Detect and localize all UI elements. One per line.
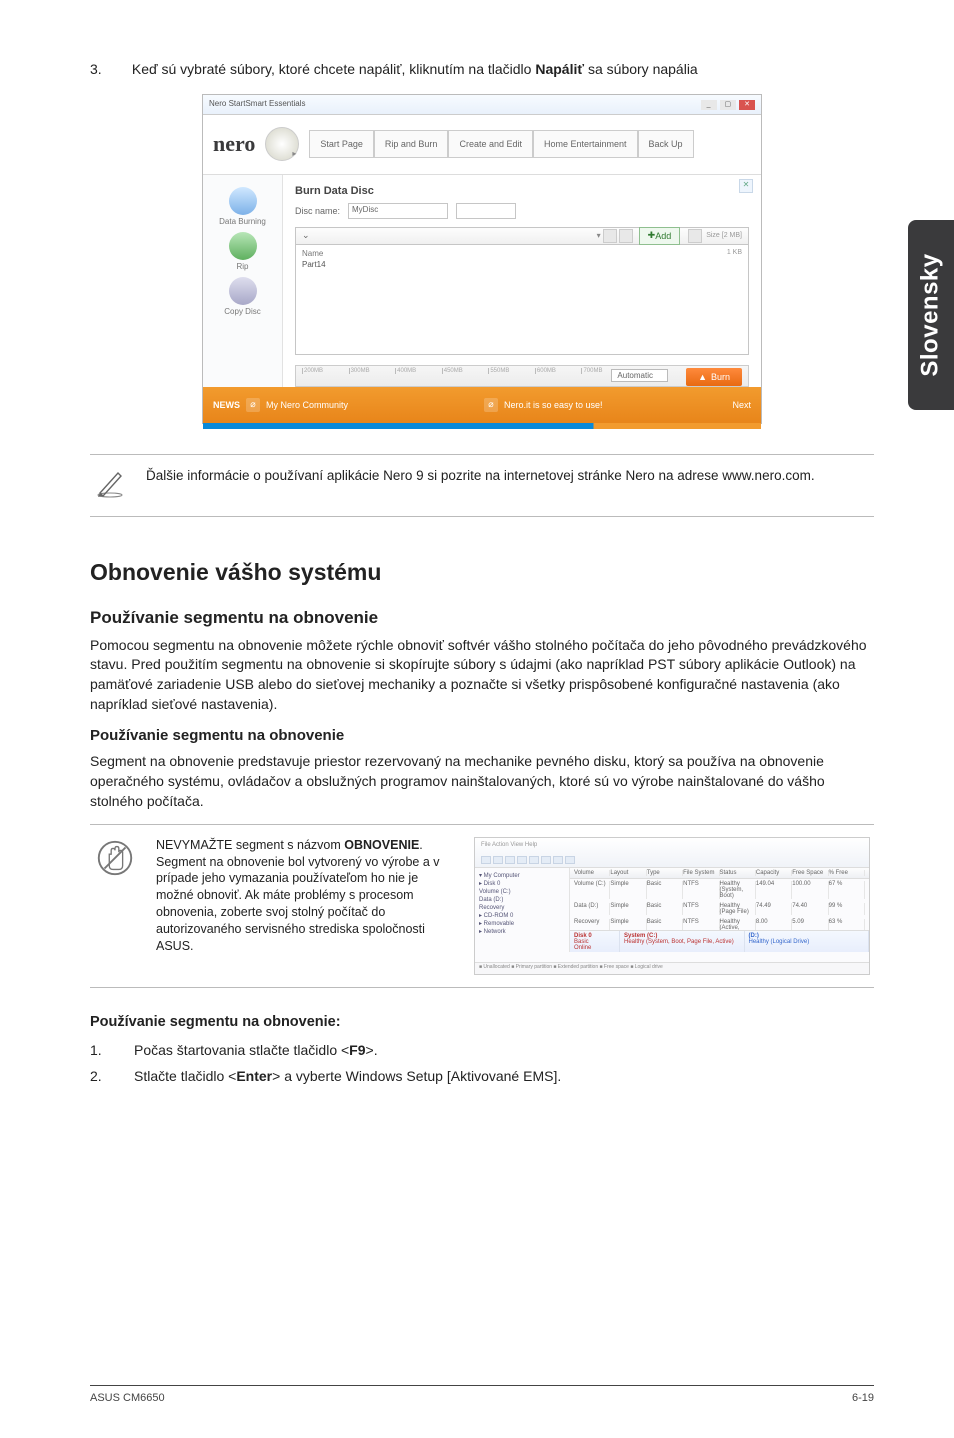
side-language-tab: Slovensky <box>908 220 954 410</box>
copy-disc-label: Copy Disc <box>203 307 282 316</box>
procedure-heading: Používanie segmentu na obnovenie: <box>90 1014 874 1030</box>
close-icon[interactable]: ✕ <box>739 100 755 110</box>
capacity-dropdown[interactable]: Automatic <box>611 369 668 382</box>
remove-icon[interactable] <box>688 229 702 243</box>
disc-name-label: Disc name: <box>295 206 340 216</box>
toolbar-icon[interactable] <box>481 856 491 864</box>
procedure-step-1: 1. Počas štartovania stlačte tlačidlo <F… <box>90 1040 874 1060</box>
file-list-header: ⌄ ▾ ✚ Add Size [2 MB] <box>295 227 749 245</box>
step-3-number: 3. <box>90 60 128 80</box>
disk-mgmt-titlebar: File Action View Help <box>475 838 869 868</box>
col-size: Size [2 MB] <box>706 232 742 239</box>
disk-mgmt-toolbar <box>481 856 575 864</box>
maximize-icon[interactable]: ▢ <box>720 100 736 110</box>
nero-statusbar: NEWS ⌀ My Nero Community ⌀ Nero.it is so… <box>203 387 761 423</box>
note-text: Ďalšie informácie o používaní aplikácie … <box>146 467 815 485</box>
file-size: 1 KB <box>302 249 742 256</box>
help-icon[interactable]: ✕ <box>739 179 753 193</box>
status-text-a: My Nero Community <box>266 400 348 410</box>
rip-icon[interactable] <box>229 232 257 260</box>
status-next[interactable]: Next <box>733 400 752 410</box>
do-not-icon <box>94 837 138 884</box>
disk-mgmt-menu: File Action View Help <box>481 842 537 848</box>
disk-label: Disk 0 Basic Online <box>570 931 620 952</box>
partition-d[interactable]: (D:) Healthy (Logical Drive) <box>745 931 870 952</box>
rss-icon[interactable]: ⌀ <box>246 398 260 412</box>
view-tree-icon[interactable] <box>619 229 633 243</box>
status-text-b: Nero.it is so easy to use! <box>504 400 603 410</box>
toolbar-icon[interactable] <box>565 856 575 864</box>
nero-logo: nero <box>213 131 255 157</box>
disc-name-row: Disc name: MyDisc <box>295 203 749 219</box>
paragraph-2: Segment na obnovenie predstavuje priesto… <box>90 752 874 812</box>
tab-start-page[interactable]: Start Page <box>309 130 374 158</box>
window-controls: _ ▢ ✕ <box>700 99 755 110</box>
tab-rip-and-burn[interactable]: Rip and Burn <box>374 130 449 158</box>
data-burning-label: Data Burning <box>203 217 282 226</box>
burn-button[interactable]: ▲ Burn <box>686 368 742 386</box>
copy-disc-icon[interactable] <box>229 277 257 305</box>
nero-header: nero Start Page Rip and Burn Create and … <box>203 115 761 175</box>
add-button[interactable]: ✚ Add <box>639 227 681 245</box>
disk-mgmt-partition-row: Disk 0 Basic Online System (C:) Healthy … <box>570 930 869 952</box>
pane-title: Burn Data Disc <box>295 185 749 197</box>
nero-screenshot: Nero StartSmart Essentials _ ▢ ✕ nero St… <box>202 94 762 424</box>
step-3: 3. Keď sú vybraté súbory, ktoré chcete n… <box>90 60 874 80</box>
toolbar-icon[interactable] <box>541 856 551 864</box>
disk-mgmt-legend: ■ Unallocated ■ Primary partition ■ Exte… <box>475 962 869 974</box>
rss-icon-2[interactable]: ⌀ <box>484 398 498 412</box>
tab-home-entertainment[interactable]: Home Entertainment <box>533 130 638 158</box>
data-burning-icon[interactable] <box>229 187 257 215</box>
toolbar-icon[interactable] <box>529 856 539 864</box>
col-name: ⌄ <box>302 230 310 241</box>
toolbar-icon[interactable] <box>505 856 515 864</box>
toolbar-icon[interactable] <box>553 856 563 864</box>
toolbar-icon[interactable] <box>493 856 503 864</box>
toolbar-icon[interactable] <box>517 856 527 864</box>
warning-block: NEVYMAŽTE segment s názvom OBNOVENIE. Se… <box>90 824 874 988</box>
flame-icon: ▲ <box>698 372 707 382</box>
warning-text: NEVYMAŽTE segment s názvom OBNOVENIE. Se… <box>156 837 456 955</box>
footer-right: 6-19 <box>852 1392 874 1404</box>
note-nero-info: Ďalšie informácie o používaní aplikácie … <box>90 454 874 517</box>
file-list[interactable]: Name Part14 1 KB <box>295 245 749 355</box>
subsection-heading-2: Používanie segmentu na obnovenie <box>90 727 874 744</box>
table-header: Volume Layout Type File System Status Ca… <box>570 868 869 879</box>
tab-create-and-edit[interactable]: Create and Edit <box>448 130 533 158</box>
subsection-heading-1: Používanie segmentu na obnovenie <box>90 608 874 628</box>
status-news-label: NEWS <box>213 400 240 410</box>
footer-left: ASUS CM6650 <box>90 1392 165 1404</box>
disc-name-dropdown[interactable] <box>456 203 516 219</box>
nero-orb-icon[interactable] <box>265 127 299 161</box>
table-row[interactable]: Volume (C:) Simple Basic NTFS Healthy (S… <box>570 879 869 901</box>
nero-main-pane: ✕ Burn Data Disc Disc name: MyDisc ⌄ ▾ ✚… <box>283 175 761 387</box>
partition-c[interactable]: System (C:) Healthy (System, Boot, Page … <box>620 931 745 952</box>
step-3-text: Keď sú vybraté súbory, ktoré chcete napá… <box>132 60 832 80</box>
capacity-meter: 200MB 300MB 400MB 450MB 550MB 600MB 700M… <box>295 365 749 387</box>
disc-name-input[interactable]: MyDisc <box>348 203 448 219</box>
nero-left-rail: Data Burning Rip Copy Disc <box>203 175 283 387</box>
procedure-step-2: 2. Stlačte tlačidlo <Enter> a vyberte Wi… <box>90 1066 874 1086</box>
pen-icon <box>94 467 128 504</box>
disk-mgmt-tree[interactable]: ▾ My Computer ▸ Disk 0 Volume (C:) Data … <box>475 868 570 952</box>
page-footer: ASUS CM6650 6-19 <box>90 1385 874 1404</box>
tab-back-up[interactable]: Back Up <box>638 130 694 158</box>
meter-ticks: 200MB 300MB 400MB 450MB 550MB 600MB 700M… <box>302 368 628 376</box>
nero-tabs: Start Page Rip and Burn Create and Edit … <box>309 130 693 158</box>
view-list-icon[interactable] <box>603 229 617 243</box>
minimize-icon[interactable]: _ <box>701 100 717 110</box>
section-heading: Obnovenie vášho systému <box>90 559 874 586</box>
file-item[interactable]: Part14 <box>302 260 742 269</box>
procedure-steps: 1. Počas štartovania stlačte tlačidlo <F… <box>90 1040 874 1087</box>
rip-label: Rip <box>203 262 282 271</box>
nero-bottom-strip <box>203 423 761 429</box>
disk-mgmt-screenshot: File Action View Help ▾ My Computer ▸ Di… <box>474 837 870 975</box>
side-language-label: Slovensky <box>917 253 945 376</box>
window-titlebar: Nero StartSmart Essentials _ ▢ ✕ <box>203 95 761 115</box>
paragraph-1: Pomocou segmentu na obnovenie môžete rýc… <box>90 636 874 716</box>
table-row[interactable]: Data (D:) Simple Basic NTFS Healthy (Pag… <box>570 901 869 917</box>
window-title: Nero StartSmart Essentials <box>209 99 305 110</box>
